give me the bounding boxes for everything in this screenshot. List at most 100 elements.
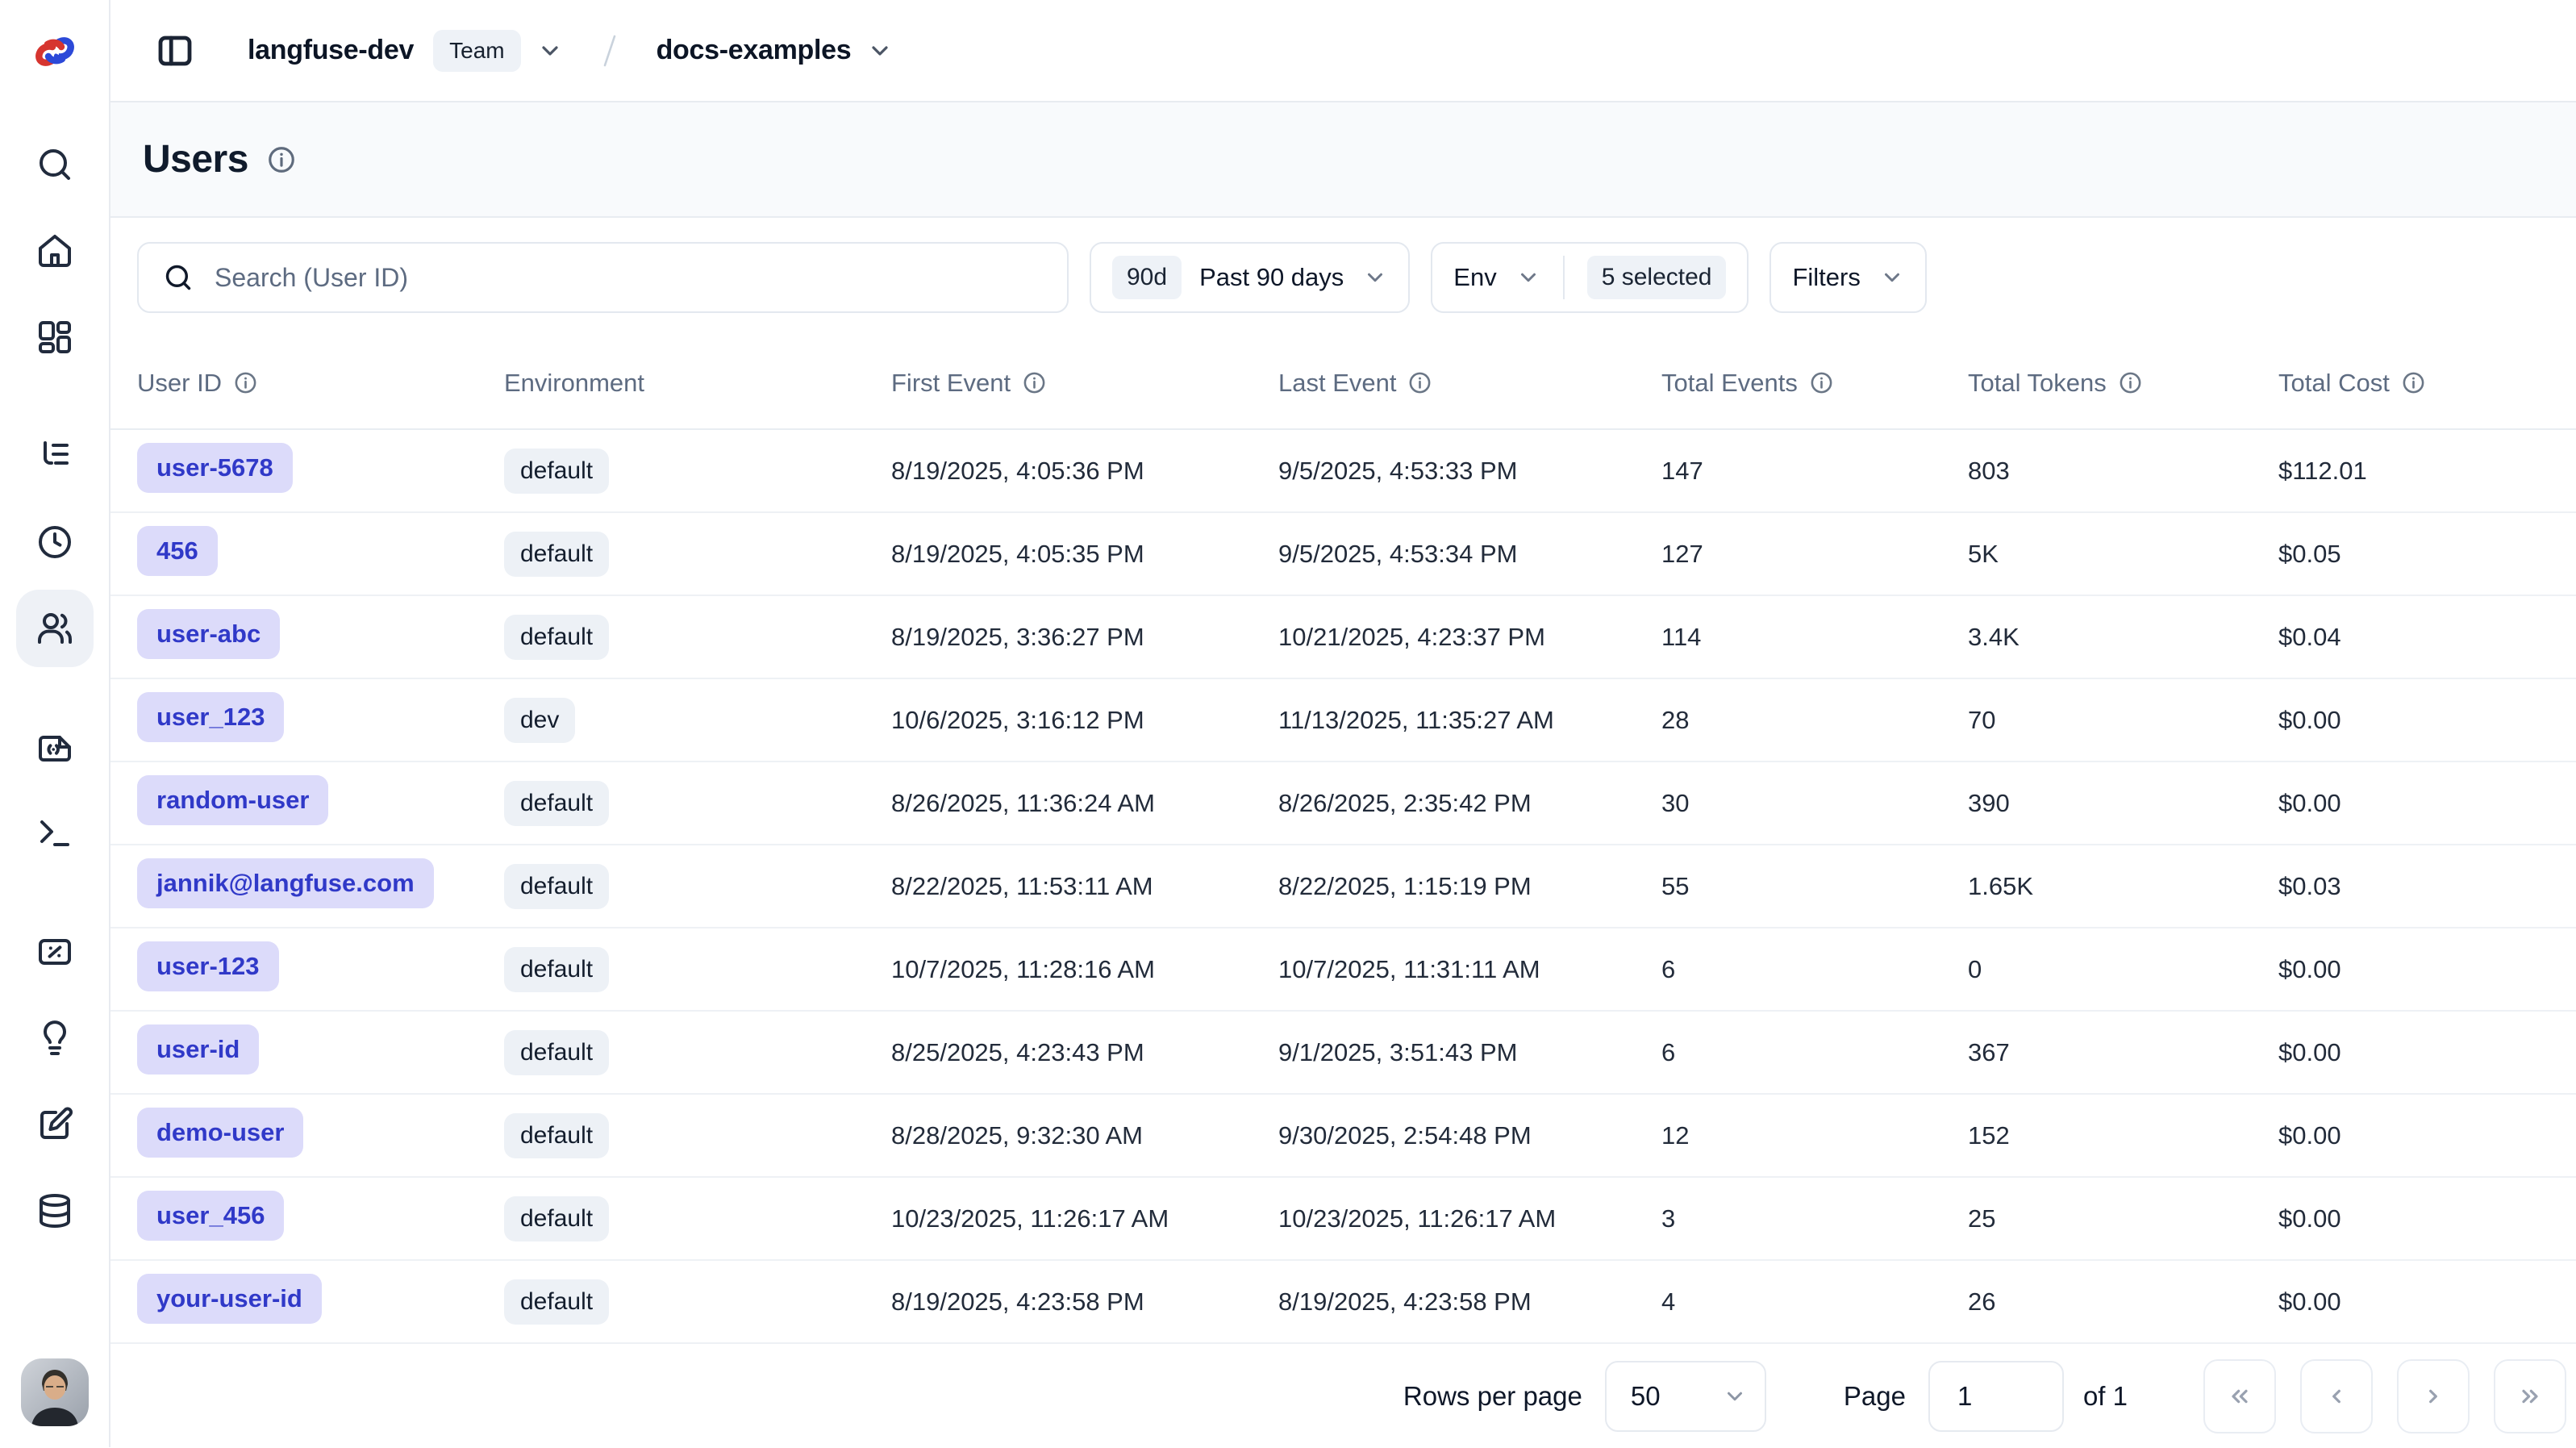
info-icon[interactable] <box>233 370 258 395</box>
table-row[interactable]: user-5678 default 8/19/2025, 4:05:36 PM … <box>110 430 2576 513</box>
first-event-cell: 8/28/2025, 9:32:30 AM <box>891 1121 1278 1150</box>
table-row[interactable]: demo-user default 8/28/2025, 9:32:30 AM … <box>110 1095 2576 1178</box>
project-name: docs-examples <box>657 35 852 66</box>
column-header[interactable]: Total Tokens <box>1968 369 2278 398</box>
column-header-label: Total Cost <box>2278 369 2390 398</box>
last-page-button[interactable] <box>2494 1359 2566 1433</box>
page-header: Users <box>110 102 2576 218</box>
sidebar-toggle-button[interactable] <box>152 28 198 73</box>
table-row[interactable]: 456 default 8/19/2025, 4:05:35 PM 9/5/20… <box>110 513 2576 596</box>
user-id-badge[interactable]: 456 <box>137 526 218 576</box>
first-event-cell: 8/25/2025, 4:23:43 PM <box>891 1038 1278 1067</box>
column-header[interactable]: Total Cost <box>2278 369 2576 398</box>
environment-cell: default <box>504 1113 891 1158</box>
list-tree-icon <box>35 436 74 475</box>
sidebar-item-evaluation[interactable] <box>16 913 94 991</box>
user-id-badge[interactable]: user_456 <box>137 1191 284 1241</box>
first-page-button[interactable] <box>2203 1359 2276 1433</box>
environment-badge: default <box>504 781 609 826</box>
chevrons-right-icon <box>2517 1383 2543 1409</box>
langfuse-logo-icon <box>34 35 76 69</box>
last-event-cell: 10/7/2025, 11:31:11 AM <box>1278 955 1661 984</box>
org-plan-badge: Team <box>433 30 520 72</box>
column-header[interactable]: Last Event <box>1278 369 1661 398</box>
last-event-cell: 9/1/2025, 3:51:43 PM <box>1278 1038 1661 1067</box>
sidebar-item-prompts[interactable] <box>16 708 94 786</box>
user-id-badge[interactable]: user-abc <box>137 609 280 659</box>
sidebar-item-annotation[interactable] <box>16 1086 94 1163</box>
info-icon[interactable] <box>1809 370 1834 395</box>
environment-badge: default <box>504 615 609 660</box>
table-row[interactable]: your-user-id default 8/19/2025, 4:23:58 … <box>110 1261 2576 1344</box>
filters-button[interactable]: Filters <box>1769 242 1926 313</box>
chevron-down-icon <box>1516 265 1540 290</box>
user-id-badge[interactable]: jannik@langfuse.com <box>137 858 434 908</box>
user-id-badge[interactable]: user-id <box>137 1024 259 1075</box>
user-id-badge[interactable]: user-123 <box>137 941 279 991</box>
total-events-cell: 30 <box>1661 789 1968 818</box>
sidebar-item-playground[interactable] <box>16 795 94 872</box>
page-number-input[interactable] <box>1928 1361 2064 1432</box>
column-header[interactable]: Total Events <box>1661 369 1968 398</box>
last-event-cell: 9/5/2025, 4:53:33 PM <box>1278 457 1661 486</box>
info-icon[interactable] <box>2401 370 2426 395</box>
sidebar-item-datasets[interactable] <box>16 1172 94 1250</box>
page-total-label: of 1 <box>2083 1381 2128 1412</box>
info-icon[interactable] <box>1022 370 1047 395</box>
user-id-badge[interactable]: user-5678 <box>137 443 293 493</box>
last-event-cell: 10/23/2025, 11:26:17 AM <box>1278 1204 1661 1233</box>
date-range-button[interactable]: 90d Past 90 days <box>1090 242 1410 313</box>
info-icon[interactable] <box>2118 370 2143 395</box>
clipboard-pen-icon <box>35 1105 74 1144</box>
sidebar-item-tracing[interactable] <box>16 417 94 494</box>
user-avatar[interactable] <box>21 1358 89 1426</box>
sidebar-item-dashboards[interactable] <box>16 298 94 376</box>
langfuse-logo[interactable] <box>34 0 76 102</box>
table-row[interactable]: jannik@langfuse.com default 8/22/2025, 1… <box>110 845 2576 928</box>
table-row[interactable]: random-user default 8/26/2025, 11:36:24 … <box>110 762 2576 845</box>
date-range-label: Past 90 days <box>1199 263 1344 292</box>
table-row[interactable]: user-123 default 10/7/2025, 11:28:16 AM … <box>110 928 2576 1012</box>
search-icon <box>35 145 74 184</box>
sidebar-item-sessions[interactable] <box>16 503 94 581</box>
info-icon[interactable] <box>1407 370 1432 395</box>
sidebar-item-users[interactable] <box>16 590 94 667</box>
sidebar-item-home[interactable] <box>16 212 94 290</box>
sidebar-item-insights[interactable] <box>16 999 94 1077</box>
user-id-badge[interactable]: user_123 <box>137 692 284 742</box>
column-header[interactable]: User ID <box>137 369 504 398</box>
total-cost-cell: $0.03 <box>2278 872 2576 901</box>
total-events-cell: 6 <box>1661 1038 1968 1067</box>
user-id-cell: demo-user <box>137 1108 504 1164</box>
previous-page-button[interactable] <box>2300 1359 2373 1433</box>
total-cost-cell: $0.00 <box>2278 1204 2576 1233</box>
column-header[interactable]: First Event <box>891 369 1278 398</box>
table-row[interactable]: user-id default 8/25/2025, 4:23:43 PM 9/… <box>110 1012 2576 1095</box>
info-icon[interactable] <box>266 144 297 175</box>
user-id-badge[interactable]: random-user <box>137 775 328 825</box>
table-row[interactable]: user_456 default 10/23/2025, 11:26:17 AM… <box>110 1178 2576 1261</box>
project-switcher[interactable]: docs-examples <box>657 35 894 66</box>
user-id-cell: user-id <box>137 1024 504 1081</box>
next-page-button[interactable] <box>2397 1359 2470 1433</box>
last-event-cell: 8/26/2025, 2:35:42 PM <box>1278 789 1661 818</box>
column-header[interactable]: Environment <box>504 369 891 398</box>
user-id-badge[interactable]: your-user-id <box>137 1274 322 1324</box>
user-id-badge[interactable]: demo-user <box>137 1108 303 1158</box>
terminal-icon <box>35 814 74 853</box>
rows-per-page-value: 50 <box>1631 1381 1661 1412</box>
environment-filter-button[interactable]: Env 5 selected <box>1431 242 1749 313</box>
total-tokens-cell: 5K <box>1968 540 2278 569</box>
org-switcher[interactable]: langfuse-dev Team <box>248 30 563 72</box>
search-input[interactable] <box>213 262 1043 294</box>
environment-badge: default <box>504 1196 609 1241</box>
org-name: langfuse-dev <box>248 35 414 66</box>
last-event-cell: 9/5/2025, 4:53:34 PM <box>1278 540 1661 569</box>
sidebar-item-search[interactable] <box>16 126 94 203</box>
total-events-cell: 12 <box>1661 1121 1968 1150</box>
lightbulb-icon <box>35 1019 74 1058</box>
table-row[interactable]: user-abc default 8/19/2025, 3:36:27 PM 1… <box>110 596 2576 679</box>
rows-per-page-select[interactable]: 50 <box>1605 1361 1766 1432</box>
table-row[interactable]: user_123 dev 10/6/2025, 3:16:12 PM 11/13… <box>110 679 2576 762</box>
total-cost-cell: $0.00 <box>2278 789 2576 818</box>
